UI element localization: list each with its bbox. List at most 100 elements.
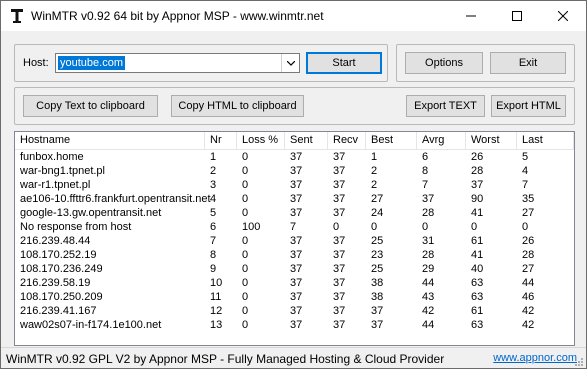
table-cell: 27: [522, 263, 535, 275]
table-cell: 0: [242, 249, 249, 261]
table-cell: funbox.home: [20, 151, 84, 163]
host-input-value[interactable]: youtube.com: [58, 56, 125, 70]
start-button[interactable]: Start: [306, 52, 382, 74]
table-cell: 42: [522, 305, 535, 317]
table-cell: 28: [522, 249, 535, 261]
column-header-recv[interactable]: Recv: [328, 132, 366, 149]
column-header-loss[interactable]: Loss %: [237, 132, 285, 149]
table-cell: 38: [371, 291, 384, 303]
column-header-worst[interactable]: Worst: [466, 132, 517, 149]
table-cell: 38: [371, 277, 384, 289]
table-cell: 37: [333, 291, 346, 303]
table-cell: ae106-10.ffttr6.frankfurt.opentransit.ne…: [20, 193, 211, 205]
host-combobox[interactable]: youtube.com: [55, 53, 300, 73]
export-text-button[interactable]: Export TEXT: [406, 95, 485, 117]
table-cell: 26: [471, 151, 484, 163]
table-cell: 1: [210, 151, 217, 163]
table-cell: 11: [210, 291, 222, 303]
table-cell: 5: [210, 207, 217, 219]
dropdown-arrow-button[interactable]: [281, 54, 299, 72]
table-cell: 24: [371, 207, 384, 219]
export-html-button[interactable]: Export HTML: [491, 95, 566, 117]
table-cell: 44: [422, 277, 435, 289]
column-header-sent[interactable]: Sent: [285, 132, 328, 149]
table-cell: 4: [522, 165, 529, 177]
results-table[interactable]: Hostname Nr Loss % Sent Recv Best Avrg Worst Las…: [14, 131, 575, 346]
table-cell: 2: [371, 165, 378, 177]
table-cell: 37: [333, 193, 346, 205]
table-cell: 0: [242, 291, 249, 303]
table-cell: 0: [333, 221, 340, 233]
copy-html-button[interactable]: Copy HTML to clipboard: [171, 95, 304, 117]
table-row[interactable]: 108.170.250.209 11 0 37 37 38 43 63 46: [15, 290, 574, 304]
table-cell: 37: [290, 291, 303, 303]
table-cell: 7: [210, 235, 217, 247]
table-row[interactable]: 216.239.48.44 7 0 37 37 25 31 61 26: [15, 234, 574, 248]
table-cell: 41: [471, 207, 484, 219]
title-bar[interactable]: WinMTR v0.92 64 bit by Appnor MSP - www.…: [1, 1, 586, 31]
column-header-best[interactable]: Best: [366, 132, 417, 149]
table-cell: 216.239.58.19: [20, 277, 91, 289]
table-cell: 37: [333, 207, 346, 219]
resize-grip-icon[interactable]: [574, 357, 584, 367]
table-cell: 0: [242, 151, 249, 163]
column-header-nr[interactable]: Nr: [205, 132, 237, 149]
exit-button[interactable]: Exit: [490, 52, 566, 74]
appnor-link[interactable]: www.appnor.com: [493, 352, 577, 364]
table-cell: 0: [242, 193, 249, 205]
column-header-last[interactable]: Last: [517, 132, 574, 149]
table-row[interactable]: 108.170.236.249 9 0 37 37 25 29 40 27: [15, 262, 574, 276]
table-row[interactable]: google-13.gw.opentransit.net 5 0 37 37 24 28 41…: [15, 206, 574, 220]
table-cell: 61: [471, 305, 484, 317]
table-cell: 0: [242, 319, 249, 331]
table-cell: 0: [242, 263, 249, 275]
maximize-button[interactable]: [494, 1, 540, 31]
table-row[interactable]: 216.239.41.167 12 0 37 37 37 42 61 42: [15, 304, 574, 318]
table-cell: 0: [522, 221, 529, 233]
table-cell: 37: [333, 319, 346, 331]
close-button[interactable]: [540, 1, 586, 31]
minimize-button[interactable]: [448, 1, 494, 31]
table-cell: 0: [242, 277, 249, 289]
table-header: Hostname Nr Loss % Sent Recv Best Avrg Worst Las…: [15, 132, 574, 150]
table-cell: 0: [242, 179, 249, 191]
table-cell: No response from host: [20, 221, 132, 233]
table-cell: 100: [242, 221, 261, 233]
table-cell: 8: [422, 165, 429, 177]
table-row[interactable]: waw02s07-in-f174.1e100.net 13 0 37 37 37 44 63 4…: [15, 318, 574, 332]
status-bar: WinMTR v0.92 GPL V2 by Appnor MSP - Full…: [1, 347, 586, 369]
table-cell: 7: [290, 221, 297, 233]
table-cell: war-r1.tpnet.pl: [20, 179, 91, 191]
table-cell: 25: [371, 235, 384, 247]
table-cell: 37: [333, 277, 346, 289]
column-header-hostname[interactable]: Hostname: [15, 132, 205, 149]
close-icon: [558, 11, 568, 21]
options-button[interactable]: Options: [405, 52, 483, 74]
column-header-avrg[interactable]: Avrg: [417, 132, 466, 149]
table-cell: 12: [210, 305, 223, 317]
table-cell: 13: [210, 319, 223, 331]
table-row[interactable]: 108.170.252.19 8 0 37 37 23 28 41 28: [15, 248, 574, 262]
table-cell: 4: [210, 193, 217, 205]
table-cell: 29: [422, 263, 435, 275]
table-cell: 37: [290, 235, 303, 247]
status-text: WinMTR v0.92 GPL V2 by Appnor MSP - Full…: [6, 352, 445, 366]
table-cell: google-13.gw.opentransit.net: [20, 207, 162, 219]
table-cell: 61: [471, 235, 484, 247]
table-cell: 37: [471, 179, 484, 191]
table-row[interactable]: No response from host 6 100 7 0 0 0 0 0: [15, 220, 574, 234]
table-row[interactable]: funbox.home 1 0 37 37 1 6 26 5: [15, 150, 574, 164]
table-cell: 90: [471, 193, 484, 205]
chevron-down-icon: [286, 60, 295, 66]
table-cell: 37: [333, 179, 346, 191]
copy-text-button[interactable]: Copy Text to clipboard: [23, 95, 158, 117]
table-row[interactable]: 216.239.58.19 10 0 37 37 38 44 63 44: [15, 276, 574, 290]
winmtr-window: WinMTR v0.92 64 bit by Appnor MSP - www.…: [0, 0, 587, 369]
table-row[interactable]: war-bng1.tpnet.pl 2 0 37 37 2 8 28 4: [15, 164, 574, 178]
table-cell: 0: [371, 221, 378, 233]
table-cell: 37: [290, 193, 303, 205]
table-cell: 0: [242, 165, 249, 177]
table-row[interactable]: ae106-10.ffttr6.frankfurt.opentransit.ne…: [15, 192, 574, 206]
table-cell: 42: [422, 305, 435, 317]
table-row[interactable]: war-r1.tpnet.pl 3 0 37 37 2 7 37 7: [15, 178, 574, 192]
